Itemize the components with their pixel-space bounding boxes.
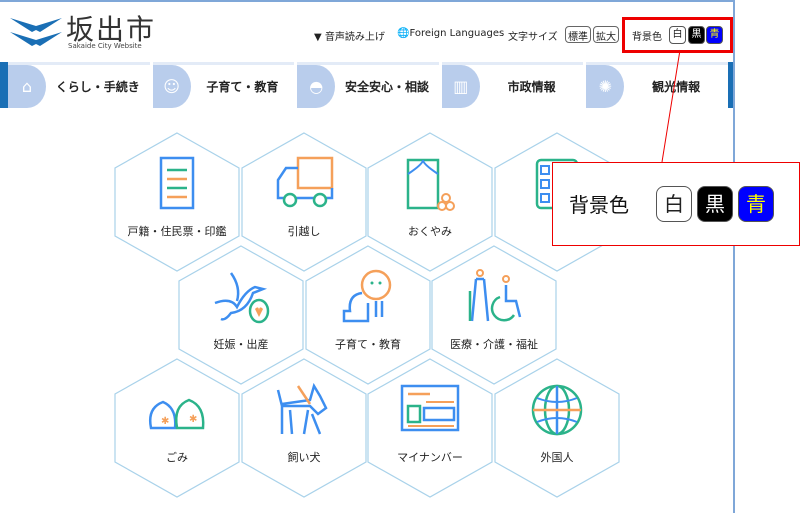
callout-line [661,49,681,163]
callout-black-button: 黒 [697,186,733,222]
bg-color-callout: 背景色 白 黒 青 [552,162,800,246]
callout-label: 背景色 [569,193,629,217]
callout-white-button: 白 [656,186,692,222]
callout-blue-button: 青 [738,186,774,222]
